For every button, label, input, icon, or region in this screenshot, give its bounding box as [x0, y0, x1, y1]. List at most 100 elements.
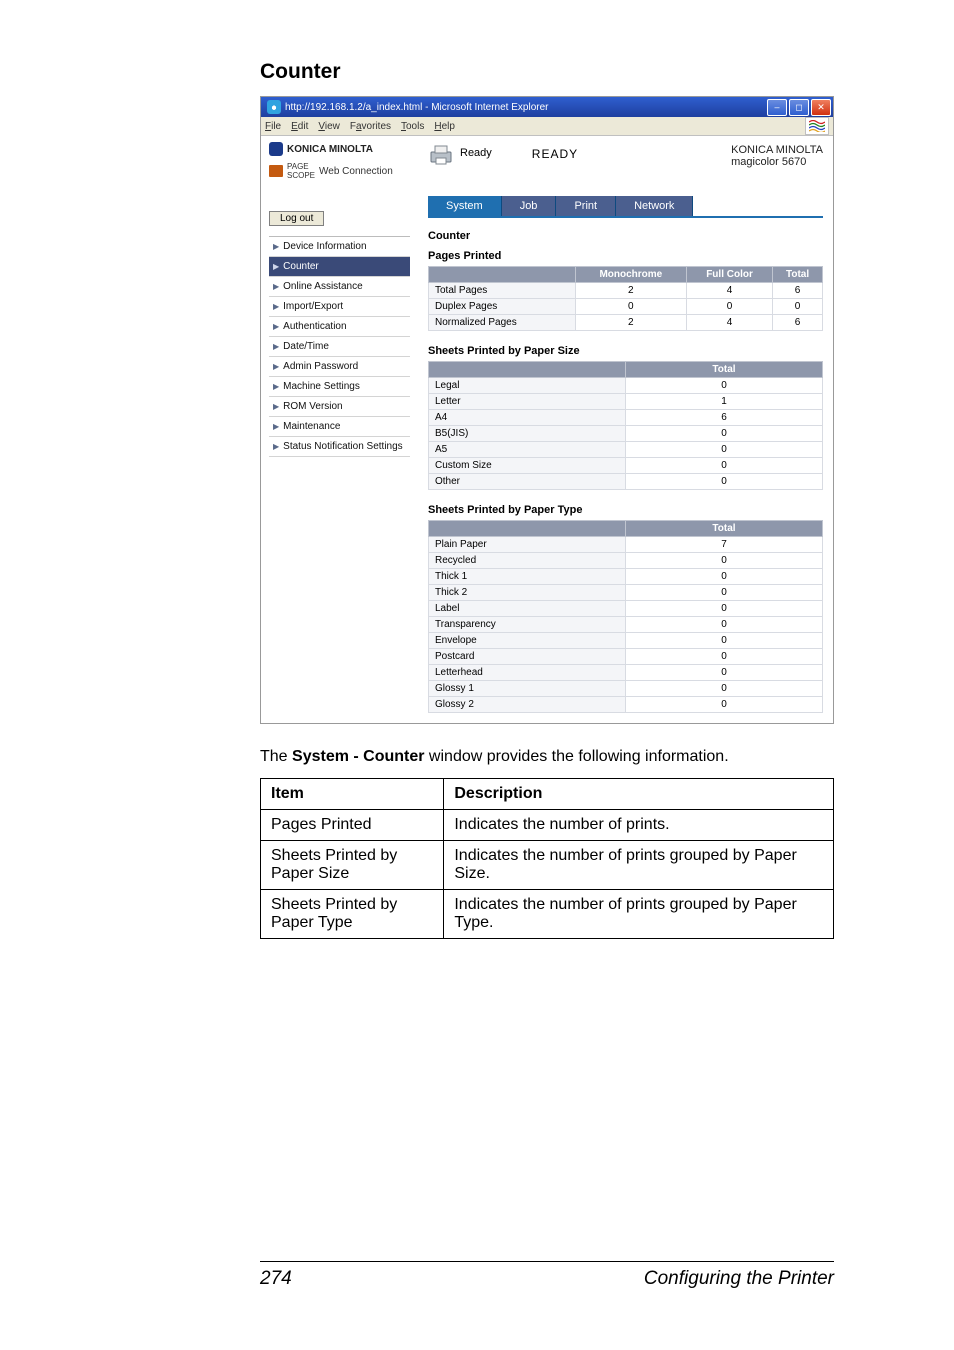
- close-button[interactable]: ✕: [811, 99, 831, 116]
- menu-edit[interactable]: Edit: [291, 121, 308, 132]
- row-label: Transparency: [429, 617, 626, 633]
- sidebar: KONICA MINOLTA PAGESCOPE Web Connection …: [261, 136, 418, 723]
- chevron-right-icon: ▶: [273, 382, 279, 391]
- col-header: Total: [773, 267, 823, 283]
- cell: 0: [626, 569, 823, 585]
- col-header: Description: [444, 779, 834, 810]
- chevron-right-icon: ▶: [273, 342, 279, 351]
- row-label: Other: [429, 474, 626, 490]
- tab-print[interactable]: Print: [556, 196, 616, 216]
- cell: 4: [686, 283, 772, 299]
- row-label: B5(JIS): [429, 426, 626, 442]
- panel-title: Counter: [428, 230, 823, 242]
- table-row: Glossy 10: [429, 681, 823, 697]
- by-size-table: TotalLegal0Letter1A46B5(JIS)0A50Custom S…: [428, 361, 823, 490]
- col-header: Total: [626, 521, 823, 537]
- sidebar-item-label: Device Information: [283, 241, 366, 252]
- sidebar-item-label: Admin Password: [283, 361, 358, 372]
- by-type-heading: Sheets Printed by Paper Type: [428, 504, 823, 516]
- ie-throbber-icon: [805, 117, 829, 135]
- cell: 0: [626, 697, 823, 713]
- sidebar-item-label: Date/Time: [283, 341, 329, 352]
- table-row: Sheets Printed by Paper TypeIndicates th…: [261, 890, 834, 939]
- sidebar-item-counter[interactable]: ▶Counter: [269, 257, 410, 277]
- row-label: Envelope: [429, 633, 626, 649]
- cell: 2: [575, 283, 686, 299]
- ie-icon: [267, 100, 281, 114]
- row-label: Letterhead: [429, 665, 626, 681]
- tab-job[interactable]: Job: [502, 196, 557, 216]
- row-label: Postcard: [429, 649, 626, 665]
- minimize-button[interactable]: ‒: [767, 99, 787, 116]
- menu-view[interactable]: View: [318, 121, 340, 132]
- sidebar-item-label: Online Assistance: [283, 281, 363, 292]
- pages-printed-table: MonochromeFull ColorTotalTotal Pages246D…: [428, 266, 823, 331]
- table-row: Total Pages246: [429, 283, 823, 299]
- desc-text: Indicates the number of prints.: [444, 810, 834, 841]
- sidebar-item-date-time[interactable]: ▶ Date/Time: [269, 337, 410, 357]
- col-header: [429, 267, 576, 283]
- cell: 0: [626, 474, 823, 490]
- cell: 6: [773, 283, 823, 299]
- chevron-right-icon: ▶: [273, 362, 279, 371]
- sidebar-item-online-assistance[interactable]: ▶Online Assistance: [269, 277, 410, 297]
- table-row: Custom Size0: [429, 458, 823, 474]
- cell: 0: [773, 299, 823, 315]
- chevron-right-icon: ▶: [273, 302, 279, 311]
- pages-printed-heading: Pages Printed: [428, 250, 823, 262]
- sidebar-item-import-export[interactable]: ▶ Import/Export: [269, 297, 410, 317]
- pagescope-icon: [269, 165, 283, 177]
- sidebar-item-label: Import/Export: [283, 301, 343, 312]
- table-row: B5(JIS)0: [429, 426, 823, 442]
- table-row: A46: [429, 410, 823, 426]
- maximize-button[interactable]: ◻: [789, 99, 809, 116]
- sidebar-item-admin-password[interactable]: ▶ Admin Password: [269, 357, 410, 377]
- cell: 0: [626, 378, 823, 394]
- sidebar-item-label: Maintenance: [283, 421, 340, 432]
- tab-system[interactable]: System: [428, 196, 502, 216]
- cell: 0: [626, 442, 823, 458]
- brand-text: KONICA MINOLTA: [287, 144, 373, 155]
- page-footer: 274 Configuring the Printer: [260, 1261, 834, 1290]
- sidebar-item-authentication[interactable]: ▶Authentication: [269, 317, 410, 337]
- sidebar-item-label: Machine Settings: [283, 381, 360, 392]
- pagescope: PAGESCOPE Web Connection: [269, 162, 410, 180]
- table-row: Letter1: [429, 394, 823, 410]
- menu-tools[interactable]: Tools: [401, 121, 424, 132]
- sidebar-item-label: Counter: [283, 261, 319, 272]
- cell: 0: [626, 617, 823, 633]
- desc-item: Sheets Printed by Paper Size: [261, 841, 444, 890]
- tab-network[interactable]: Network: [616, 196, 693, 216]
- menu-file[interactable]: File: [265, 121, 281, 132]
- table-row: Pages PrintedIndicates the number of pri…: [261, 810, 834, 841]
- row-label: Thick 1: [429, 569, 626, 585]
- cell: 0: [686, 299, 772, 315]
- device-model: magicolor 5670: [731, 156, 823, 168]
- cell: 0: [626, 681, 823, 697]
- table-row: A50: [429, 442, 823, 458]
- table-row: Recycled0: [429, 553, 823, 569]
- cell: 0: [626, 458, 823, 474]
- cell: 0: [626, 665, 823, 681]
- row-label: Letter: [429, 394, 626, 410]
- sidebar-item-status-notification-settings[interactable]: ▶Status Notification Settings: [269, 437, 410, 457]
- menu-help[interactable]: Help: [434, 121, 455, 132]
- row-label: Custom Size: [429, 458, 626, 474]
- sidebar-item-device-information[interactable]: ▶ Device Information: [269, 237, 410, 257]
- logout-button[interactable]: Log out: [269, 211, 324, 226]
- table-row: Other0: [429, 474, 823, 490]
- desc-item: Sheets Printed by Paper Type: [261, 890, 444, 939]
- table-row: Label0: [429, 601, 823, 617]
- sidebar-item-rom-version[interactable]: ▶ROM Version: [269, 397, 410, 417]
- window-title: http://192.168.1.2/a_index.html - Micros…: [263, 100, 548, 114]
- sidebar-item-label: Status Notification Settings: [283, 441, 403, 452]
- sidebar-item-maintenance[interactable]: ▶Maintenance: [269, 417, 410, 437]
- chevron-right-icon: ▶: [273, 242, 279, 251]
- description-table: ItemDescriptionPages PrintedIndicates th…: [260, 778, 834, 939]
- table-row: Normalized Pages246: [429, 315, 823, 331]
- sidebar-item-machine-settings[interactable]: ▶ Machine Settings: [269, 377, 410, 397]
- caption: The System - Counter window provides the…: [260, 748, 834, 766]
- row-label: Label: [429, 601, 626, 617]
- menu-favorites[interactable]: Favorites: [350, 121, 391, 132]
- device-ident: KONICA MINOLTA magicolor 5670: [731, 144, 823, 168]
